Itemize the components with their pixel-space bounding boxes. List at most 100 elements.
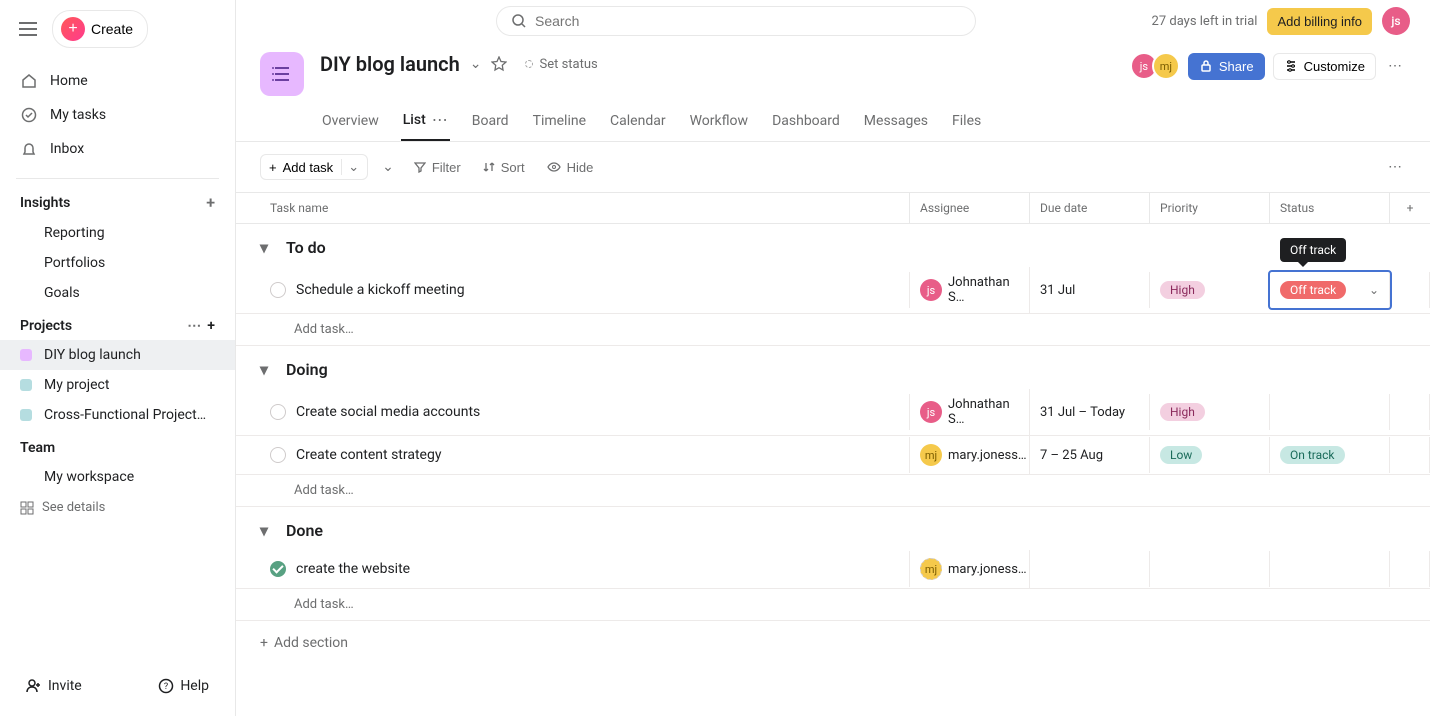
priority-cell[interactable]: High <box>1150 394 1270 430</box>
tab-calendar[interactable]: Calendar <box>608 104 668 141</box>
complete-toggle[interactable] <box>270 282 286 298</box>
collapse-icon[interactable]: ▾ <box>260 238 278 257</box>
add-column-button[interactable]: + <box>1390 193 1430 223</box>
task-name[interactable]: Create content strategy <box>296 447 441 463</box>
help-button[interactable]: ? Help <box>148 672 219 700</box>
project-title[interactable]: DIY blog launch <box>320 52 460 76</box>
section-title[interactable]: Doing <box>286 360 328 379</box>
complete-toggle[interactable] <box>270 447 286 463</box>
task-row[interactable]: create the website mj mary.joness… <box>236 550 1430 589</box>
filter-button[interactable]: Filter <box>408 156 467 179</box>
add-task-link[interactable]: Add task… <box>236 314 1430 346</box>
share-button[interactable]: Share <box>1188 53 1265 80</box>
due-date[interactable]: 7 – 25 Aug <box>1030 437 1150 473</box>
projects-header[interactable]: Projects <box>20 318 72 334</box>
status-pill: Off track <box>1280 281 1346 299</box>
col-status[interactable]: Status <box>1270 193 1390 223</box>
section-title[interactable]: Done <box>286 521 323 540</box>
hamburger-icon[interactable] <box>16 17 40 41</box>
tab-messages[interactable]: Messages <box>862 104 930 141</box>
tab-workflow[interactable]: Workflow <box>688 104 751 141</box>
section-title[interactable]: To do <box>286 238 326 257</box>
team-header[interactable]: Team <box>0 430 235 462</box>
plus-icon[interactable]: + <box>207 318 215 334</box>
nav-inbox[interactable]: Inbox <box>0 132 235 166</box>
sidebar-project-diy[interactable]: DIY blog launch <box>0 340 235 370</box>
add-task-link[interactable]: Add task… <box>236 475 1430 507</box>
task-name[interactable]: create the website <box>296 561 410 577</box>
sidebar-item-goals[interactable]: Goals <box>0 278 235 308</box>
create-button[interactable]: + Create <box>52 10 148 48</box>
add-section-button[interactable]: + Add section <box>236 621 1430 665</box>
priority-cell[interactable] <box>1150 551 1270 587</box>
project-label: DIY blog launch <box>44 347 141 363</box>
nav-my-tasks[interactable]: My tasks <box>0 98 235 132</box>
avatar-stack[interactable]: js mj <box>1136 52 1180 80</box>
tab-list[interactable]: List ⋯ <box>401 104 450 141</box>
more-icon[interactable]: ⋯ <box>1384 155 1406 179</box>
sidebar-project-my[interactable]: My project <box>0 370 235 400</box>
trial-text: 27 days left in trial <box>1152 14 1258 29</box>
col-due-date[interactable]: Due date <box>1030 193 1150 223</box>
priority-cell[interactable]: Low <box>1150 437 1270 473</box>
status-cell[interactable]: On track <box>1270 437 1390 473</box>
tab-files[interactable]: Files <box>950 104 983 141</box>
chevron-down-icon[interactable]: ⌄ <box>1369 283 1379 297</box>
search-field[interactable] <box>535 13 961 29</box>
more-icon[interactable]: ⋯ <box>432 110 448 129</box>
chevron-down-icon[interactable]: ⌄ <box>341 159 359 175</box>
add-task-button[interactable]: + Add task ⌄ <box>260 154 368 180</box>
chevron-down-icon[interactable]: ⌄ <box>470 56 482 72</box>
sidebar-item-reporting[interactable]: Reporting <box>0 218 235 248</box>
sidebar-item-portfolios[interactable]: Portfolios <box>0 248 235 278</box>
customize-button[interactable]: Customize <box>1273 53 1376 80</box>
star-icon[interactable] <box>491 56 507 72</box>
user-avatar[interactable]: js <box>1382 7 1410 35</box>
assignee-name[interactable]: Johnathan S… <box>948 397 1019 427</box>
assignee-name[interactable]: mary.joness… <box>948 562 1027 577</box>
sidebar-project-cross[interactable]: Cross-Functional Project… <box>0 400 235 430</box>
due-date[interactable]: 31 Jul – Today <box>1030 394 1150 430</box>
more-icon[interactable]: ⋯ <box>187 318 201 334</box>
tab-board[interactable]: Board <box>470 104 511 141</box>
complete-toggle[interactable] <box>270 561 286 577</box>
priority-cell[interactable]: High <box>1150 272 1270 308</box>
sidebar-item-workspace[interactable]: My workspace <box>0 462 235 492</box>
due-date[interactable] <box>1030 551 1150 587</box>
status-cell[interactable] <box>1270 394 1390 430</box>
add-task-link[interactable]: Add task… <box>236 589 1430 621</box>
project-swatch-icon <box>20 409 32 421</box>
tab-overview[interactable]: Overview <box>320 104 381 141</box>
collapse-icon[interactable]: ▾ <box>260 360 278 379</box>
col-assignee[interactable]: Assignee <box>910 193 1030 223</box>
task-row[interactable]: Create social media accounts js Johnatha… <box>236 389 1430 436</box>
assignee-name[interactable]: mary.joness… <box>948 448 1027 463</box>
col-task-name[interactable]: Task name <box>260 193 910 223</box>
task-row[interactable]: Create content strategy mj mary.joness… … <box>236 436 1430 475</box>
collapse-icon[interactable]: ▾ <box>260 521 278 540</box>
due-date[interactable]: 31 Jul <box>1030 272 1150 308</box>
hide-button[interactable]: Hide <box>541 156 600 179</box>
invite-button[interactable]: Invite <box>16 672 92 700</box>
set-status-button[interactable]: Set status <box>517 53 605 76</box>
complete-toggle[interactable] <box>270 404 286 420</box>
see-details-link[interactable]: See details <box>0 492 235 523</box>
plus-icon[interactable]: + <box>206 193 215 212</box>
insights-header[interactable]: Insights + <box>0 183 235 218</box>
nav-home[interactable]: Home <box>0 64 235 98</box>
task-name[interactable]: Schedule a kickoff meeting <box>296 282 465 298</box>
more-icon[interactable]: ⌄ <box>378 155 398 179</box>
tab-timeline[interactable]: Timeline <box>531 104 588 141</box>
assignee-name[interactable]: Johnathan S… <box>948 275 1019 305</box>
share-label: Share <box>1219 59 1254 74</box>
task-row[interactable]: Schedule a kickoff meeting js Johnathan … <box>236 267 1430 314</box>
more-icon[interactable]: ⋯ <box>1384 54 1406 78</box>
col-priority[interactable]: Priority <box>1150 193 1270 223</box>
sort-button[interactable]: Sort <box>477 156 531 179</box>
status-cell[interactable] <box>1270 551 1390 587</box>
status-cell[interactable]: Off track Off track ⌄ <box>1270 272 1390 308</box>
tab-dashboard[interactable]: Dashboard <box>770 104 842 141</box>
task-name[interactable]: Create social media accounts <box>296 404 480 420</box>
search-input[interactable] <box>496 6 976 36</box>
billing-button[interactable]: Add billing info <box>1267 8 1372 35</box>
